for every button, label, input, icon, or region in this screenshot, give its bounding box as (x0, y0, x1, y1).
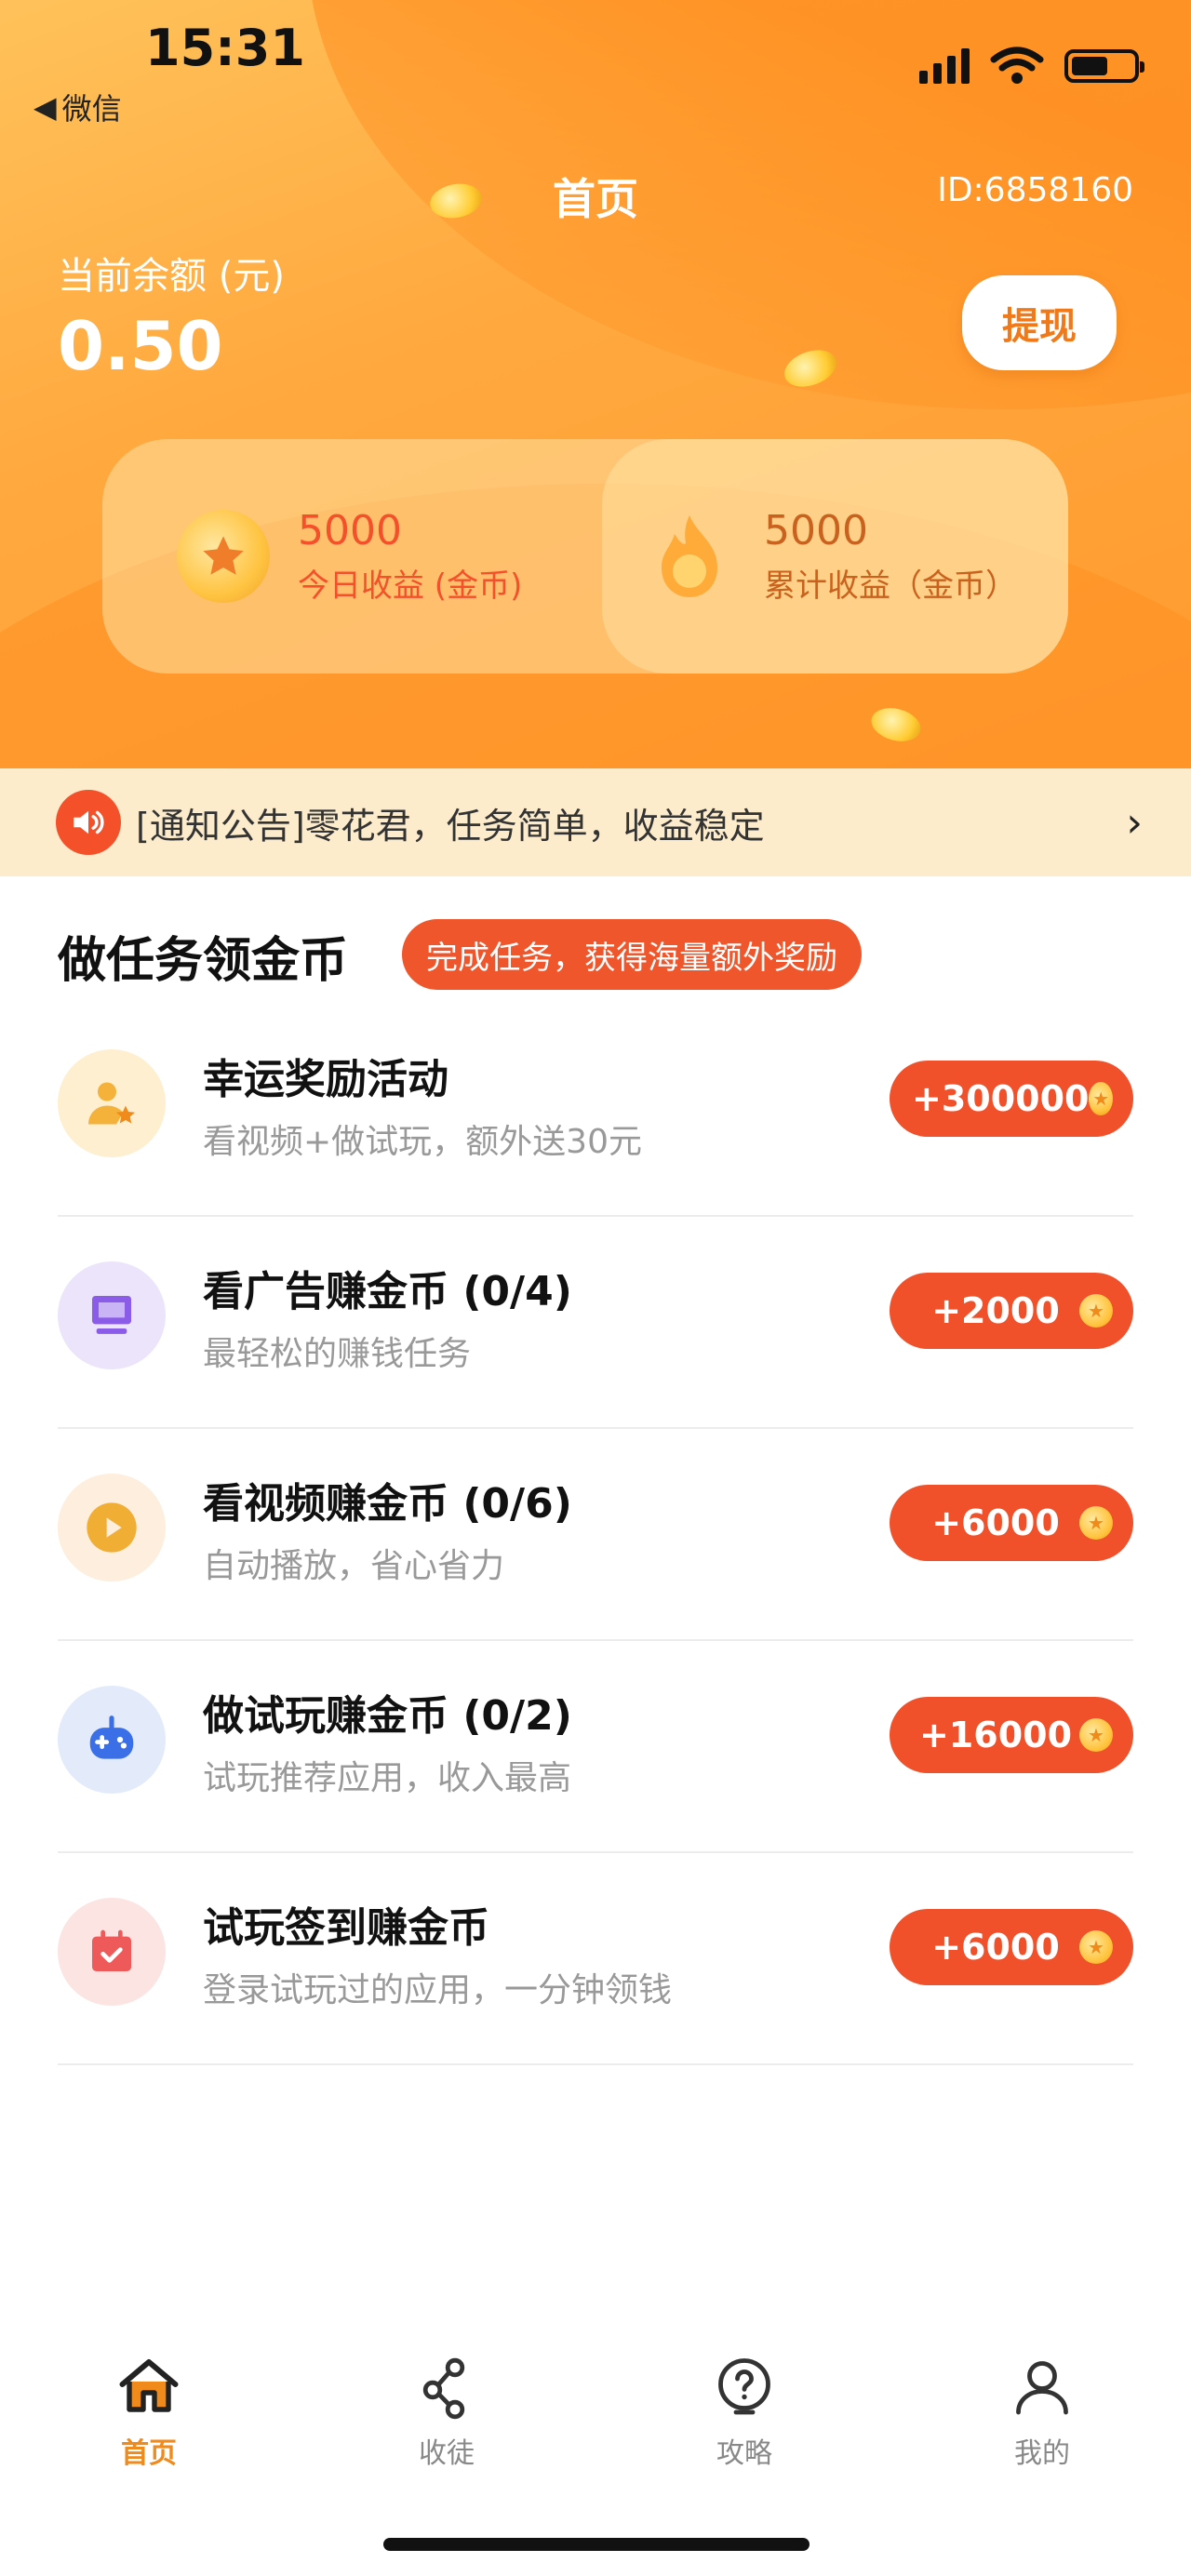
monitor-icon (58, 1261, 166, 1369)
back-app-label: 微信 (61, 91, 122, 127)
task-description: 登录试玩过的应用，一分钟领钱 (203, 1971, 673, 2009)
task-title: 幸运奖励活动 (203, 1056, 448, 1103)
user-star-icon (58, 1049, 166, 1157)
home-icon (119, 2359, 179, 2412)
task-description: 试玩推荐应用，收入最高 (203, 1759, 572, 1797)
reward-value: +300000 (912, 1078, 1090, 1119)
status-icons (919, 47, 1144, 86)
tab-guide[interactable]: 攻略 (596, 2335, 893, 2503)
reward-value: +16000 (918, 1715, 1073, 1755)
balance-label: 当前余额 (元) (58, 255, 285, 298)
balance-value: 0.50 (58, 307, 223, 385)
home-indicator (383, 2538, 810, 2551)
reward-button[interactable]: +6000 ★ (890, 1909, 1133, 1985)
status-time: 15:31 (145, 19, 305, 77)
signal-icon (919, 48, 970, 84)
total-earnings-label: 累计收益（金币） (764, 567, 1017, 605)
bottom-tab-bar: 首页 收徒 攻略 我的 (0, 2335, 1191, 2503)
task-title: 看视频赚金币 (0/6) (203, 1480, 572, 1528)
gamepad-icon (58, 1686, 166, 1794)
tab-label: 收徒 (419, 2437, 475, 2470)
reward-button[interactable]: +6000 ★ (890, 1485, 1133, 1561)
chevron-right-icon: › (1126, 798, 1143, 847)
notice-bar[interactable]: [通知公告]零花君，任务简单，收益稳定 › (0, 768, 1191, 876)
reward-button[interactable]: +300000 ★ (890, 1061, 1133, 1137)
task-title: 做试玩赚金币 (0/2) (203, 1692, 572, 1740)
task-title: 试玩签到赚金币 (203, 1904, 489, 1952)
section-badge: 完成任务，获得海量额外奖励 (402, 919, 862, 990)
reward-button[interactable]: +2000 ★ (890, 1273, 1133, 1349)
share-icon (422, 2357, 465, 2420)
reward-button[interactable]: +16000 ★ (890, 1697, 1133, 1773)
profile-icon (1016, 2361, 1068, 2415)
header-banner: 15:31 ◀ 微信 首页 ID:6858160 当前余额 (元) 0.50 提… (0, 0, 1191, 768)
speaker-icon (56, 790, 121, 855)
coin-icon: ★ (1079, 1718, 1113, 1752)
task-item-lucky[interactable]: 幸运奖励活动 看视频+做试玩，额外送30元 +300000 ★ (58, 1005, 1133, 1217)
task-item-checkin[interactable]: 试玩签到赚金币 登录试玩过的应用，一分钟领钱 +6000 ★ (58, 1853, 1133, 2065)
user-id: ID:6858160 (937, 171, 1133, 209)
battery-icon (1064, 49, 1144, 83)
task-item-ads[interactable]: 看广告赚金币 (0/4) 最轻松的赚钱任务 +2000 ★ (58, 1217, 1133, 1429)
today-earnings-value: 5000 (298, 507, 402, 554)
tab-label: 我的 (1014, 2437, 1070, 2470)
task-title: 看广告赚金币 (0/4) (203, 1268, 572, 1315)
tab-home[interactable]: 首页 (0, 2335, 298, 2503)
reward-value: +2000 (931, 1290, 1060, 1331)
tab-label: 攻略 (716, 2437, 772, 2470)
task-description: 最轻松的赚钱任务 (203, 1335, 472, 1373)
coin-icon: ★ (1079, 1294, 1113, 1328)
coin-icon: ★ (1079, 1930, 1113, 1964)
earnings-stats: 5000 今日收益 (金币) 5000 累计收益（金币） (102, 439, 1068, 674)
help-icon (718, 2358, 770, 2415)
coin-icon: ★ (1089, 1082, 1113, 1115)
today-earnings-label: 今日收益 (金币) (298, 567, 523, 605)
today-earnings[interactable]: 5000 今日收益 (金币) (102, 439, 602, 674)
reward-value: +6000 (931, 1927, 1060, 1968)
notice-text: [通知公告]零花君，任务简单，收益稳定 (136, 805, 765, 847)
calendar-check-icon (58, 1898, 166, 2006)
play-icon (58, 1474, 166, 1582)
section-title: 做任务领金币 (58, 933, 349, 989)
total-earnings[interactable]: 5000 累计收益（金币） (602, 439, 1068, 674)
tab-profile[interactable]: 我的 (893, 2335, 1191, 2503)
total-earnings-value: 5000 (764, 507, 868, 554)
wifi-icon (990, 47, 1044, 84)
tab-label: 首页 (121, 2437, 177, 2470)
tab-recruit[interactable]: 收徒 (298, 2335, 596, 2503)
task-description: 看视频+做试玩，额外送30元 (203, 1123, 642, 1161)
back-triangle-icon: ◀ (33, 89, 57, 125)
flame-icon (643, 510, 736, 603)
reward-value: +6000 (931, 1502, 1060, 1543)
task-item-trial[interactable]: 做试玩赚金币 (0/2) 试玩推荐应用，收入最高 +16000 ★ (58, 1641, 1133, 1853)
task-item-videos[interactable]: 看视频赚金币 (0/6) 自动播放，省心省力 +6000 ★ (58, 1429, 1133, 1641)
star-coin-icon (177, 510, 270, 603)
coin-icon: ★ (1079, 1506, 1113, 1540)
back-to-wechat[interactable]: ◀ 微信 (33, 86, 122, 128)
withdraw-button[interactable]: 提现 (962, 275, 1117, 370)
task-description: 自动播放，省心省力 (203, 1547, 505, 1585)
